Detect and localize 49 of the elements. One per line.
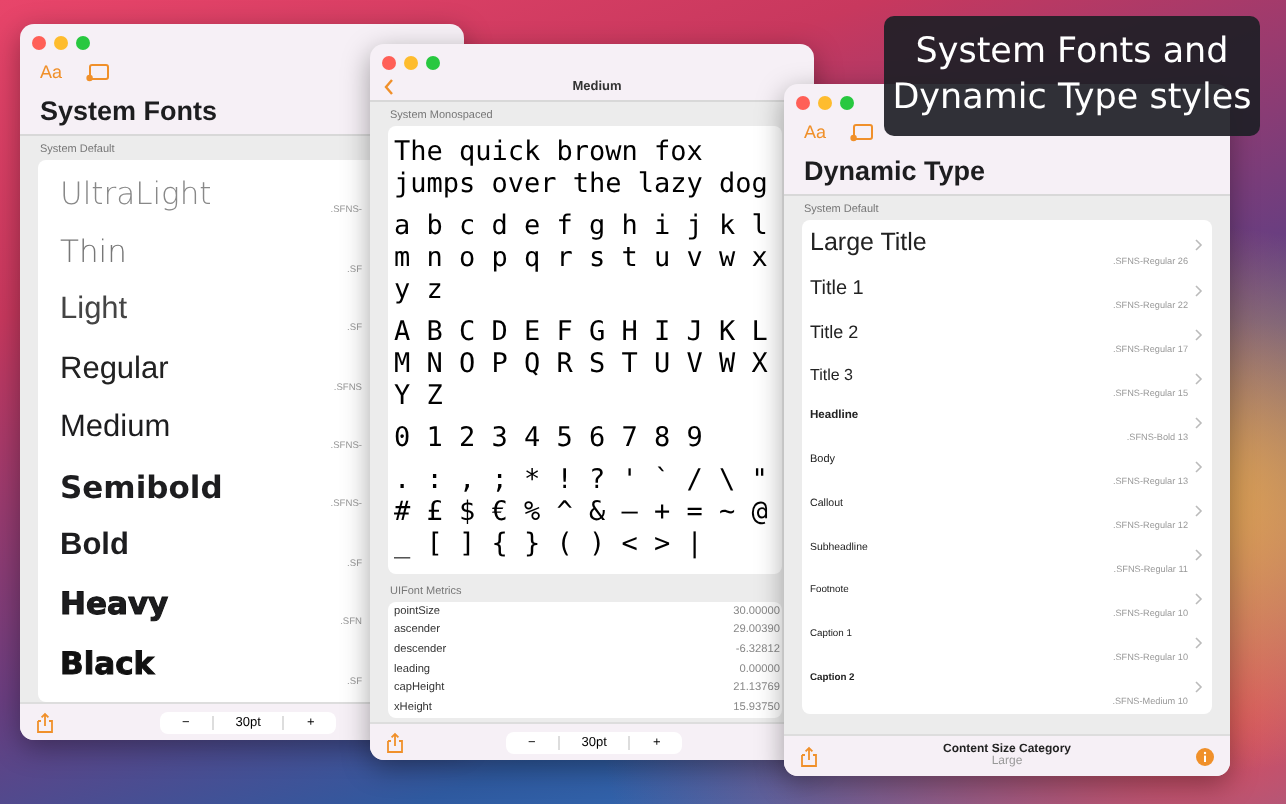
chevron-icon: [1194, 460, 1204, 474]
back-icon[interactable]: [384, 77, 394, 95]
close-button[interactable]: [796, 95, 810, 109]
minimize-button[interactable]: [818, 95, 832, 109]
font-weight-name[interactable]: Semibold: [60, 469, 223, 506]
sample-text: The quick brown fox jumps over the lazy dog: [394, 136, 770, 200]
zoom-button[interactable]: [840, 95, 854, 109]
font-weight-name[interactable]: Light: [60, 292, 128, 329]
font-weight-name[interactable]: Bold: [60, 528, 129, 565]
sample-text: 0 1 2 3 4 5 6 7 8 9: [394, 422, 705, 454]
text-style-name[interactable]: Large Title: [810, 228, 1200, 256]
share-icon[interactable]: [36, 711, 54, 733]
caption-line: System Fonts and: [915, 30, 1229, 76]
screen-icon[interactable]: [86, 63, 111, 81]
chevron-icon: [1194, 416, 1204, 430]
window-title: System Fonts: [40, 96, 218, 126]
sample-text: . : , ; * ! ? ' ` / \ " # £ $ € % ^ & – + = ~ @ _ [ ] { } ( ) < > |: [394, 464, 770, 560]
close-button[interactable]: [32, 35, 46, 49]
chevron-icon: [1194, 238, 1204, 252]
text-style-name[interactable]: Title 2: [810, 322, 1200, 342]
font-weight-name[interactable]: Thin: [60, 234, 127, 271]
font-weight-name[interactable]: Black: [60, 645, 155, 682]
caption-line: Dynamic Type styles: [892, 76, 1252, 122]
sample-text: A B C D E F G H I J K L M N O P Q R S T U V W X Y Z: [394, 316, 770, 412]
minimize-button[interactable]: [54, 35, 68, 49]
window-title: Dynamic Type: [804, 156, 986, 186]
chevron-icon: [1194, 680, 1204, 694]
chevron-icon: [1194, 372, 1204, 386]
screen-icon[interactable]: [850, 123, 875, 141]
close-button[interactable]: [382, 55, 396, 69]
chevron-icon: [1194, 504, 1204, 518]
text-style-name[interactable]: Title 3: [810, 366, 1200, 384]
chevron-icon: [1194, 284, 1204, 298]
font-weight-name[interactable]: UltraLight: [60, 175, 212, 212]
share-icon[interactable]: [386, 731, 404, 753]
zoom-button[interactable]: [76, 35, 90, 49]
sample-text: a b c d e f g h i j k l m n o p q r s t u v w x y z: [394, 210, 770, 306]
minimize-button[interactable]: [404, 55, 418, 69]
share-icon[interactable]: [800, 745, 818, 767]
chevron-icon: [1194, 328, 1204, 342]
info-icon[interactable]: [1195, 747, 1214, 765]
chevron-icon: [1194, 636, 1204, 650]
text-style-name[interactable]: Title 1: [810, 278, 1200, 300]
chevron-icon: [1194, 548, 1204, 562]
chevron-icon: [1194, 592, 1204, 606]
font-weight-name[interactable]: Medium: [60, 410, 171, 447]
font-weight-name[interactable]: Regular: [60, 351, 169, 388]
font-weight-name[interactable]: Heavy: [60, 586, 169, 623]
zoom-button[interactable]: [426, 55, 440, 69]
